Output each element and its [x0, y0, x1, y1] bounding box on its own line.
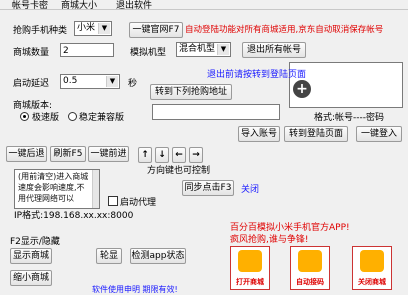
- f2-toggle-label: F2显示/隐藏: [10, 237, 60, 247]
- notice-scrollbar[interactable]: [92, 170, 99, 208]
- seconds-unit: 秒: [128, 79, 138, 89]
- radio-stable-version[interactable]: [68, 112, 77, 121]
- mall-count-input[interactable]: 2: [60, 43, 114, 57]
- buy-address-input[interactable]: [152, 104, 280, 120]
- open-mall-label: 打开商城: [236, 278, 264, 286]
- model-label: 模拟机型: [130, 48, 167, 58]
- chevron-down-icon: ▼: [106, 76, 118, 87]
- phone-kind-label: 抢购手机种类: [13, 26, 68, 36]
- shrink-mall-button[interactable]: 缩小商城: [10, 270, 52, 286]
- exit-all-accounts-button[interactable]: 退出所有帐号: [242, 42, 306, 58]
- model-select[interactable]: 混合机型 ▼: [176, 42, 231, 57]
- close-mall-tile[interactable]: 关闭商城: [352, 246, 392, 290]
- import-account-button[interactable]: 导入账号: [238, 126, 280, 142]
- tab-divider: [0, 9, 408, 10]
- ip-format-text: IP格式:198.168.xx.xx:8000: [14, 211, 134, 221]
- add-icon[interactable]: +: [293, 80, 311, 98]
- arrow-up-button[interactable]: ↑: [138, 147, 152, 163]
- shopping-bag-icon: [298, 250, 322, 272]
- goto-buy-address-button[interactable]: 转到下列抢购地址: [150, 84, 232, 100]
- goto-login-page-button[interactable]: 转到登陆页面: [284, 126, 348, 142]
- model-value: 混合机型: [179, 44, 216, 54]
- sync-click-button[interactable]: 同步点击F3: [182, 180, 234, 196]
- auto-sms-label: 自动接码: [296, 278, 324, 286]
- radio-fast-label: 极速版: [32, 113, 60, 123]
- show-mall-button[interactable]: 显示商城: [10, 248, 52, 264]
- startup-delay-label: 启动延迟: [13, 79, 50, 89]
- one-key-login-button[interactable]: 一键登入: [356, 126, 402, 142]
- radio-fast-version[interactable]: [20, 112, 29, 121]
- shopping-bag-icon: [360, 250, 384, 272]
- start-proxy-label: 启动代理: [120, 198, 157, 208]
- arrow-left-button[interactable]: ←: [172, 147, 186, 163]
- radio-dot: [23, 115, 26, 118]
- open-mall-tile[interactable]: 打开商城: [230, 246, 270, 290]
- shopping-bag-icon: [238, 250, 262, 272]
- startup-delay-select[interactable]: 0.5 ▼: [60, 74, 120, 89]
- exit-to-login-notice: 退出前请按转到登陆页面: [207, 70, 307, 80]
- format-hint: 格式:帐号----密码: [314, 113, 385, 123]
- chevron-down-icon: ▼: [98, 23, 110, 34]
- nav-forward-button[interactable]: 一键前进: [88, 146, 129, 162]
- mall-count-label: 商城数量: [13, 48, 50, 58]
- check-app-status-button[interactable]: 检测app状态: [130, 248, 186, 264]
- arrow-right-button[interactable]: →: [189, 147, 203, 163]
- nav-back-button[interactable]: 一键后退: [6, 146, 47, 162]
- close-link[interactable]: 关闭: [241, 182, 259, 195]
- auto-login-notice: 自动登陆功能对所有商城适用,京东自动取消保存帐号: [185, 25, 384, 35]
- promo-line2: 疯风抢购,谁与争锋!: [230, 235, 309, 245]
- one-key-official-button[interactable]: 一键官网F7: [129, 22, 183, 38]
- chevron-down-icon: ▼: [217, 44, 229, 55]
- arrow-down-button[interactable]: ↓: [155, 147, 169, 163]
- auto-sms-tile[interactable]: 自动接码: [290, 246, 330, 290]
- footer-text: 软件使用申明 期限有效!: [92, 285, 178, 294]
- radio-stable-label: 稳定兼容版: [79, 113, 125, 123]
- phone-kind-select[interactable]: 小米 ▼: [74, 21, 112, 36]
- direction-hint: 方向键也可控制: [147, 166, 211, 176]
- close-mall-label: 关闭商城: [358, 278, 386, 286]
- start-proxy-checkbox[interactable]: [108, 196, 118, 206]
- lunxian-button[interactable]: 轮显: [96, 248, 122, 264]
- notice-textbox[interactable]: (用前清空)进入商城速度会影响速度,不用代理网络可以: [14, 169, 100, 209]
- startup-delay-value: 0.5: [63, 76, 78, 86]
- notice-text: (用前清空)进入商城速度会影响速度,不用代理网络可以: [18, 172, 89, 203]
- refresh-button[interactable]: 刷新F5: [50, 146, 86, 162]
- phone-kind-value: 小米: [77, 23, 96, 33]
